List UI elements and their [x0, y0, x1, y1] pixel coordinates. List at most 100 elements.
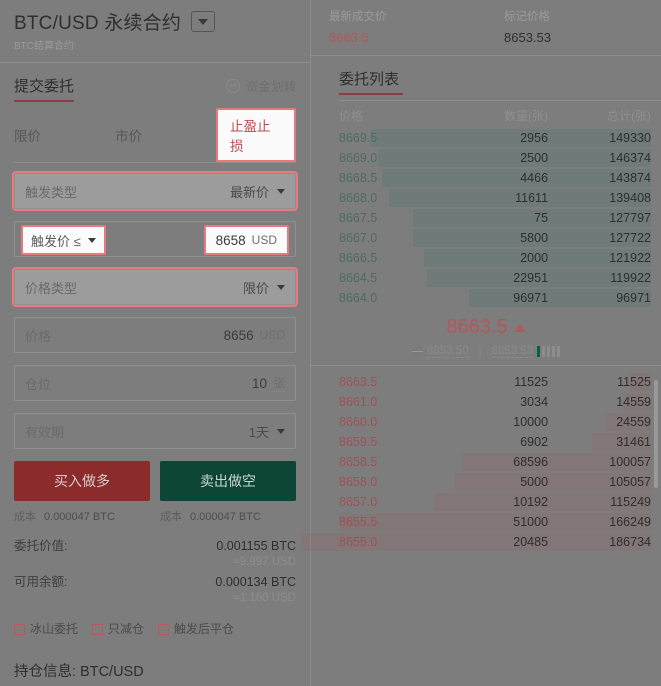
tab-market[interactable]: 市价	[115, 119, 216, 151]
table-row[interactable]: 8661.0 3034 14559	[311, 392, 661, 412]
cell-quantity: 75	[534, 211, 549, 225]
cell-total: 127797	[609, 211, 651, 225]
trigger-type-label: 触发类型	[25, 184, 78, 200]
sell-short-button[interactable]: 卖出做空	[160, 461, 296, 501]
price-type-field[interactable]: 价格类型 限价	[14, 269, 296, 305]
position-size-label: 仓位	[25, 376, 52, 392]
table-row[interactable]: 8658.0 5000 105057	[311, 472, 661, 492]
checkbox-reduce-only[interactable]: 只减仓	[92, 620, 145, 638]
cell-total: 146374	[609, 151, 651, 165]
cell-total: 115249	[610, 495, 651, 509]
table-row[interactable]: 8664.0 96971 96971	[311, 288, 661, 308]
price-label: 价格	[25, 328, 52, 344]
cell-total: 11525	[617, 375, 651, 389]
order-form-header: 提交委托 ⇌ 资金划转	[0, 63, 310, 102]
trigger-type-value: 最新价	[229, 184, 269, 200]
order-type-tabs: 限价 市价 止盈止损	[0, 102, 310, 162]
column-total: 总计(张)	[606, 109, 651, 123]
fund-transfer-label: 资金划转	[245, 80, 296, 94]
order-value-usd: ≈9.997 USD	[233, 556, 296, 568]
table-row[interactable]: 8664.5 22951 119922	[311, 268, 661, 288]
cell-quantity: 2500	[520, 151, 549, 165]
table-row[interactable]: 8667.5 75 127797	[311, 208, 661, 228]
cell-price: 8655.5	[339, 515, 378, 529]
table-row[interactable]: 8655.0 20485 186734	[301, 532, 661, 552]
checkbox-close-on-trigger[interactable]: 触发后平仓	[158, 620, 235, 638]
order-book-header: 委托列表	[311, 56, 661, 95]
table-row[interactable]: 8658.5 68596 100057	[311, 452, 661, 472]
cell-price: 8659.5	[339, 435, 378, 449]
order-book-panel: 最新成交价 8663.5 标记价格 8653.53 委托列表 价格 数量(张) …	[301, 0, 661, 686]
table-row[interactable]: 8655.5 51000 166249	[311, 512, 661, 532]
tab-limit[interactable]: 限价	[14, 119, 115, 151]
cell-price: 8669.5	[339, 131, 378, 145]
cell-price: 8668.5	[339, 171, 378, 185]
last-price-block: 最新成交价 8663.5	[311, 8, 486, 45]
cell-quantity: 96971	[513, 291, 549, 305]
cell-price: 8658.0	[339, 475, 378, 489]
trigger-type-field[interactable]: 触发类型 最新价	[14, 173, 296, 209]
order-info: 委托价值: 0.001155 BTC ≈9.997 USD 可用余额: 0.00…	[0, 525, 310, 604]
arrow-up-icon	[513, 323, 526, 332]
order-entry-panel: BTC/USD 永续合约 BTC结算合约 提交委托 ⇌ 资金划转 限价 市价 止…	[0, 0, 310, 686]
position-size-field[interactable]: 仓位 10 张	[14, 365, 296, 401]
trigger-price-condition-select[interactable]: 触发价 ≤	[21, 225, 106, 255]
validity-field[interactable]: 有效期 1天	[14, 413, 296, 449]
trigger-price-unit: USD	[251, 233, 277, 247]
cell-quantity: 5000	[520, 475, 549, 489]
cell-quantity: 20485	[513, 535, 549, 549]
table-row[interactable]: 8669.5 2956 149330	[311, 128, 661, 148]
buy-long-button[interactable]: 买入做多	[14, 461, 150, 501]
price-field[interactable]: 价格 8656 USD	[14, 317, 296, 353]
mark-price-value: 8653.53	[504, 30, 551, 45]
order-value: 0.001155 BTC	[216, 539, 296, 553]
column-price: 价格	[339, 109, 364, 123]
cell-quantity: 11611	[515, 191, 549, 205]
trigger-price-input[interactable]: 8658 USD	[203, 225, 289, 255]
mark-price-block: 标记价格 8653.53	[486, 8, 661, 45]
trigger-price-condition-label: 触发价 ≤	[31, 233, 81, 249]
transfer-icon: ⇌	[225, 78, 240, 93]
cell-total: 186734	[609, 535, 651, 549]
cell-quantity: 5800	[520, 231, 549, 245]
checkbox-icon	[14, 623, 25, 635]
cell-price: 8667.0	[339, 231, 378, 245]
cell-price: 8668.0	[339, 191, 378, 205]
position-size-value: 10	[251, 375, 267, 391]
cell-total: 24559	[616, 415, 651, 429]
table-row[interactable]: 8660.0 10000 24559	[311, 412, 661, 432]
table-row[interactable]: 8666.5 2000 121922	[311, 248, 661, 268]
tab-stop-profit-loss[interactable]: 止盈止损	[216, 108, 296, 162]
checkbox-iceberg[interactable]: 冰山委托	[14, 620, 79, 638]
cell-total: 31461	[616, 435, 651, 449]
table-row[interactable]: 8659.5 6902 31461	[311, 432, 661, 452]
cell-total: 166249	[609, 515, 651, 529]
mark-price-label: 标记价格	[504, 11, 550, 23]
checkbox-close-on-trigger-label: 触发后平仓	[174, 622, 235, 638]
table-row[interactable]: 8657.0 10192 115249	[311, 492, 661, 512]
table-row[interactable]: 8669.0 2500 146374	[311, 148, 661, 168]
table-row[interactable]: 8668.0 11611 139408	[311, 188, 661, 208]
buy-cost-value: 0.000047 BTC	[44, 511, 115, 523]
cell-price: 8669.0	[339, 151, 378, 165]
table-row[interactable]: 8667.0 5800 127722	[311, 228, 661, 248]
cell-quantity: 3034	[520, 395, 549, 409]
position-size-unit: 张	[272, 376, 285, 392]
fund-transfer-button[interactable]: ⇌ 资金划转	[225, 76, 296, 95]
cell-total: 121922	[609, 251, 651, 265]
table-row[interactable]: 8668.5 4466 143874	[311, 168, 661, 188]
order-form: 触发类型 最新价 触发价 ≤ 8658 USD 价格类型 限价 价格 8656 …	[0, 163, 310, 525]
order-book-scrollbar[interactable]	[654, 380, 658, 488]
position-section: 持仓信息: BTC/USD	[0, 638, 310, 686]
cell-total: 96971	[616, 291, 651, 305]
position-title: 持仓信息: BTC/USD	[14, 664, 144, 680]
chevron-down-icon[interactable]	[191, 11, 216, 32]
cell-price: 8655.0	[339, 535, 378, 549]
table-row[interactable]: 8663.5 11525 11525	[311, 372, 661, 392]
cell-total: 14559	[616, 395, 651, 409]
chevron-down-icon	[277, 188, 285, 194]
order-book-columns: 价格 数量(张) 总计(张)	[311, 101, 661, 128]
mid-price: 8663.5	[446, 316, 526, 339]
cell-total: 100057	[609, 455, 651, 469]
checkbox-iceberg-label: 冰山委托	[30, 622, 79, 638]
